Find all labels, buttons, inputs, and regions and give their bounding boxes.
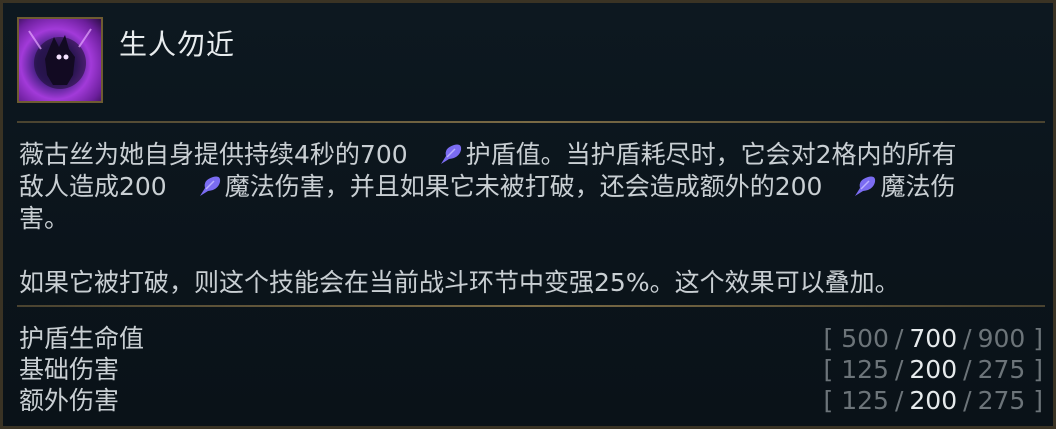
separator: / (963, 355, 972, 384)
ability-description: 薇古丝为她自身提供持续4秒的700 护盾值。当护盾耗尽时，它会对2格内的所有 敌人… (19, 139, 1039, 299)
description-paragraph-1: 薇古丝为她自身提供持续4秒的700 护盾值。当护盾耗尽时，它会对2格内的所有 敌人… (19, 139, 1039, 235)
stat-value-rank1: 125 (841, 355, 889, 384)
stat-row-bonus-damage: 额外伤害 [ 125/200/275 ] (19, 385, 1043, 416)
ability-power-icon (197, 174, 223, 198)
bracket-close: ] (1033, 355, 1043, 384)
ability-power-icon (438, 142, 464, 166)
separator: / (963, 386, 972, 415)
bracket-open: [ (823, 324, 834, 353)
description-paragraph-2: 如果它被打破，则这个技能会在当前战斗环节中变强25%。这个效果可以叠加。 (19, 268, 900, 297)
separator: / (894, 324, 904, 353)
desc-text: 薇古丝为她自身提供持续4秒的700 (19, 140, 408, 169)
stat-value-rank3: 275 (977, 386, 1026, 415)
desc-text: 害。 (19, 204, 70, 233)
tooltip-header: 生人勿近 (17, 17, 1037, 107)
shield-silhouette-icon (28, 28, 92, 89)
stat-values: [ 125/200/275 ] (824, 385, 1043, 416)
separator: / (963, 324, 972, 353)
desc-text: 护盾值。当护盾耗尽时，它会对2格内的所有 (465, 140, 957, 169)
ability-tooltip: 生人勿近 薇古丝为她自身提供持续4秒的700 护盾值。当护盾耗尽时，它会对2格内的… (0, 0, 1056, 429)
stat-value-rank2: 200 (909, 386, 958, 415)
stat-value-rank3: 900 (977, 324, 1026, 353)
stat-row-base-damage: 基础伤害 [ 125/200/275 ] (19, 354, 1043, 385)
ability-name: 生人勿近 (119, 28, 236, 61)
stat-label: 额外伤害 (19, 386, 120, 415)
stat-label: 护盾生命值 (19, 324, 145, 353)
stat-label: 基础伤害 (19, 355, 120, 384)
desc-text: 敌人造成200 (19, 172, 167, 201)
bracket-close: ] (1033, 386, 1043, 415)
separator: / (894, 386, 904, 415)
stat-values: [ 500/700/900 ] (824, 323, 1043, 354)
stat-value-rank3: 275 (977, 355, 1026, 384)
desc-text: 魔法伤 (880, 172, 956, 201)
divider-top (17, 121, 1045, 123)
ability-icon (17, 17, 103, 103)
stats-table: 护盾生命值 [ 500/700/900 ] 基础伤害 [ 125/200/275… (19, 323, 1043, 416)
stat-value-rank1: 500 (841, 324, 889, 353)
stat-value-rank1: 125 (841, 386, 889, 415)
bracket-open: [ (823, 355, 834, 384)
stat-value-rank2: 700 (909, 324, 958, 353)
divider-bottom (17, 305, 1045, 307)
bracket-open: [ (823, 386, 834, 415)
stat-value-rank2: 200 (909, 355, 958, 384)
ability-power-icon (852, 174, 878, 198)
desc-text: 魔法伤害，并且如果它未被打破，还会造成额外的200 (224, 172, 823, 201)
stat-values: [ 125/200/275 ] (824, 354, 1043, 385)
separator: / (894, 355, 904, 384)
bracket-close: ] (1033, 324, 1043, 353)
stat-row-shield: 护盾生命值 [ 500/700/900 ] (19, 323, 1043, 354)
